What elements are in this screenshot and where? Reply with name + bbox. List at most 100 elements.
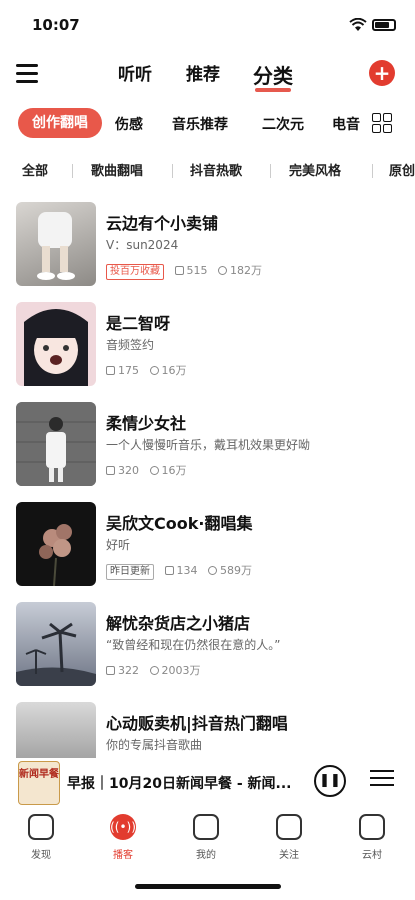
- status-bar: 10:07: [0, 0, 415, 48]
- player-cover: 新闻早餐: [18, 761, 60, 805]
- add-button[interactable]: +: [369, 60, 395, 86]
- tab-mine[interactable]: 我的: [181, 814, 231, 861]
- home-indicator: [135, 884, 281, 889]
- tab-listen[interactable]: 听听: [118, 60, 152, 85]
- item-cover: [16, 302, 96, 386]
- pause-button[interactable]: ❚❚: [314, 765, 346, 797]
- item-subtitle: 你的专属抖音歌曲: [106, 738, 203, 752]
- category-music-rec[interactable]: 音乐推荐: [172, 114, 228, 134]
- item-plays: 175: [118, 364, 139, 377]
- play-count-icon: [149, 666, 159, 675]
- playlist-icon[interactable]: [370, 770, 394, 792]
- item-cover: [16, 602, 96, 686]
- list-item[interactable]: 柔情少女社 一个人慢慢听音乐，戴耳机效果更好呦 320 16万: [16, 402, 401, 486]
- category-edm[interactable]: 电音: [332, 114, 360, 134]
- tab-label: 播客: [113, 850, 133, 861]
- category-chip-cover[interactable]: 创作翻唱: [18, 108, 102, 138]
- item-plays: 515: [186, 264, 208, 277]
- tab-label: 发现: [31, 850, 51, 861]
- category-row: 创作翻唱 伤感 音乐推荐 二次元 电音: [0, 108, 415, 140]
- divider: [72, 164, 73, 178]
- item-plays: 134: [176, 564, 198, 577]
- tab-label: 关注: [279, 850, 299, 861]
- tab-follow[interactable]: 关注: [264, 814, 314, 861]
- tab-label: 我的: [196, 850, 216, 861]
- item-title: 是二智呀: [106, 314, 171, 333]
- player-cover-text: 新闻早餐: [19, 769, 59, 780]
- item-cover: [16, 702, 96, 758]
- menu-icon[interactable]: [16, 64, 38, 83]
- item-badge: 投百万收藏: [106, 264, 164, 280]
- item-title: 心动贩卖机|抖音热门翻唱: [106, 714, 288, 733]
- track-icon: [174, 266, 184, 275]
- item-count: 16万: [161, 464, 187, 477]
- track-icon: [164, 566, 174, 575]
- top-header: 听听 推荐 分类 +: [0, 56, 415, 96]
- item-count: 2003万: [161, 664, 201, 677]
- battery-icon: [372, 19, 396, 31]
- track-icon: [106, 466, 115, 475]
- item-stats: 175 16万: [106, 362, 187, 378]
- item-title: 柔情少女社: [106, 414, 187, 433]
- track-icon: [106, 666, 115, 675]
- bottom-tab-bar: 发现 ((•)) 播客 我的 关注 云村: [0, 810, 415, 866]
- subcategory-all[interactable]: 全部: [22, 160, 48, 179]
- item-stats: 320 16万: [106, 462, 187, 478]
- tab-community[interactable]: 云村: [347, 814, 397, 861]
- item-title: 吴欣文Cook·翻唱集: [106, 514, 253, 533]
- subcategory-douyin[interactable]: 抖音热歌: [190, 160, 242, 179]
- subcategory-style[interactable]: 完美风格: [289, 160, 341, 179]
- item-cover: [16, 202, 96, 286]
- item-title: 解忧杂货店之小猪店: [106, 614, 251, 633]
- item-badge: 昨日更新: [106, 564, 154, 580]
- item-subtitle: “致曾经和现在仍然很在意的人。”: [106, 638, 281, 652]
- item-title: 云边有个小卖铺: [106, 214, 219, 233]
- item-count: 182万: [230, 264, 262, 277]
- wifi-icon: [349, 18, 367, 31]
- item-count: 589万: [220, 564, 252, 577]
- play-count-icon: [208, 566, 217, 575]
- track-icon: [106, 366, 115, 375]
- subcategory-original[interactable]: 原创: [389, 160, 415, 179]
- player-title: 早报｜10月20日新闻早餐 - 新闻...: [67, 776, 292, 792]
- grid-icon[interactable]: [372, 113, 392, 133]
- item-cover: [16, 402, 96, 486]
- status-time: 10:07: [32, 16, 80, 34]
- item-subtitle: 一个人慢慢听音乐，戴耳机效果更好呦: [106, 438, 311, 452]
- play-count-icon: [218, 266, 227, 275]
- list-item[interactable]: 解忧杂货店之小猪店 “致曾经和现在仍然很在意的人。” 322 2003万: [16, 602, 401, 686]
- list-item[interactable]: 吴欣文Cook·翻唱集 好听 昨日更新 134 589万: [16, 502, 401, 586]
- item-cover: [16, 502, 96, 586]
- divider: [270, 164, 271, 178]
- item-plays: 322: [118, 664, 139, 677]
- item-subtitle: V：sun2024: [106, 238, 179, 252]
- community-icon: [359, 814, 385, 840]
- tab-discover[interactable]: 发现: [16, 814, 66, 861]
- item-stats: 昨日更新 134 589万: [106, 562, 252, 580]
- tab-podcast[interactable]: ((•)) 播客: [98, 814, 148, 861]
- subcategory-cover[interactable]: 歌曲翻唱: [91, 160, 143, 179]
- divider: [372, 164, 373, 178]
- item-count: 16万: [161, 364, 187, 377]
- podcast-icon: ((•)): [110, 814, 136, 840]
- subcategory-row: 全部 歌曲翻唱 抖音热歌 完美风格 原创: [0, 158, 415, 182]
- item-subtitle: 好听: [106, 538, 131, 552]
- list-item[interactable]: 云边有个小卖铺 V：sun2024 投百万收藏 515 182万: [16, 202, 401, 286]
- discover-icon: [28, 814, 54, 840]
- play-count-icon: [149, 466, 159, 475]
- follow-icon: [276, 814, 302, 840]
- item-stats: 投百万收藏 515 182万: [106, 262, 262, 280]
- item-subtitle: 音频签约: [106, 338, 155, 352]
- item-plays: 320: [118, 464, 139, 477]
- music-note-icon: [193, 814, 219, 840]
- list-item[interactable]: 是二智呀 音频签约 175 16万: [16, 302, 401, 386]
- category-acg[interactable]: 二次元: [262, 114, 304, 134]
- category-sad[interactable]: 伤感: [115, 114, 143, 134]
- play-count-icon: [149, 366, 159, 375]
- item-stats: 322 2003万: [106, 662, 201, 678]
- divider: [172, 164, 173, 178]
- tab-category[interactable]: 分类: [253, 60, 293, 92]
- list-item[interactable]: 心动贩卖机|抖音热门翻唱 你的专属抖音歌曲: [16, 702, 401, 758]
- mini-player[interactable]: 新闻早餐 早报｜10月20日新闻早餐 - 新闻... ❚❚: [0, 758, 415, 808]
- tab-recommend[interactable]: 推荐: [186, 60, 220, 85]
